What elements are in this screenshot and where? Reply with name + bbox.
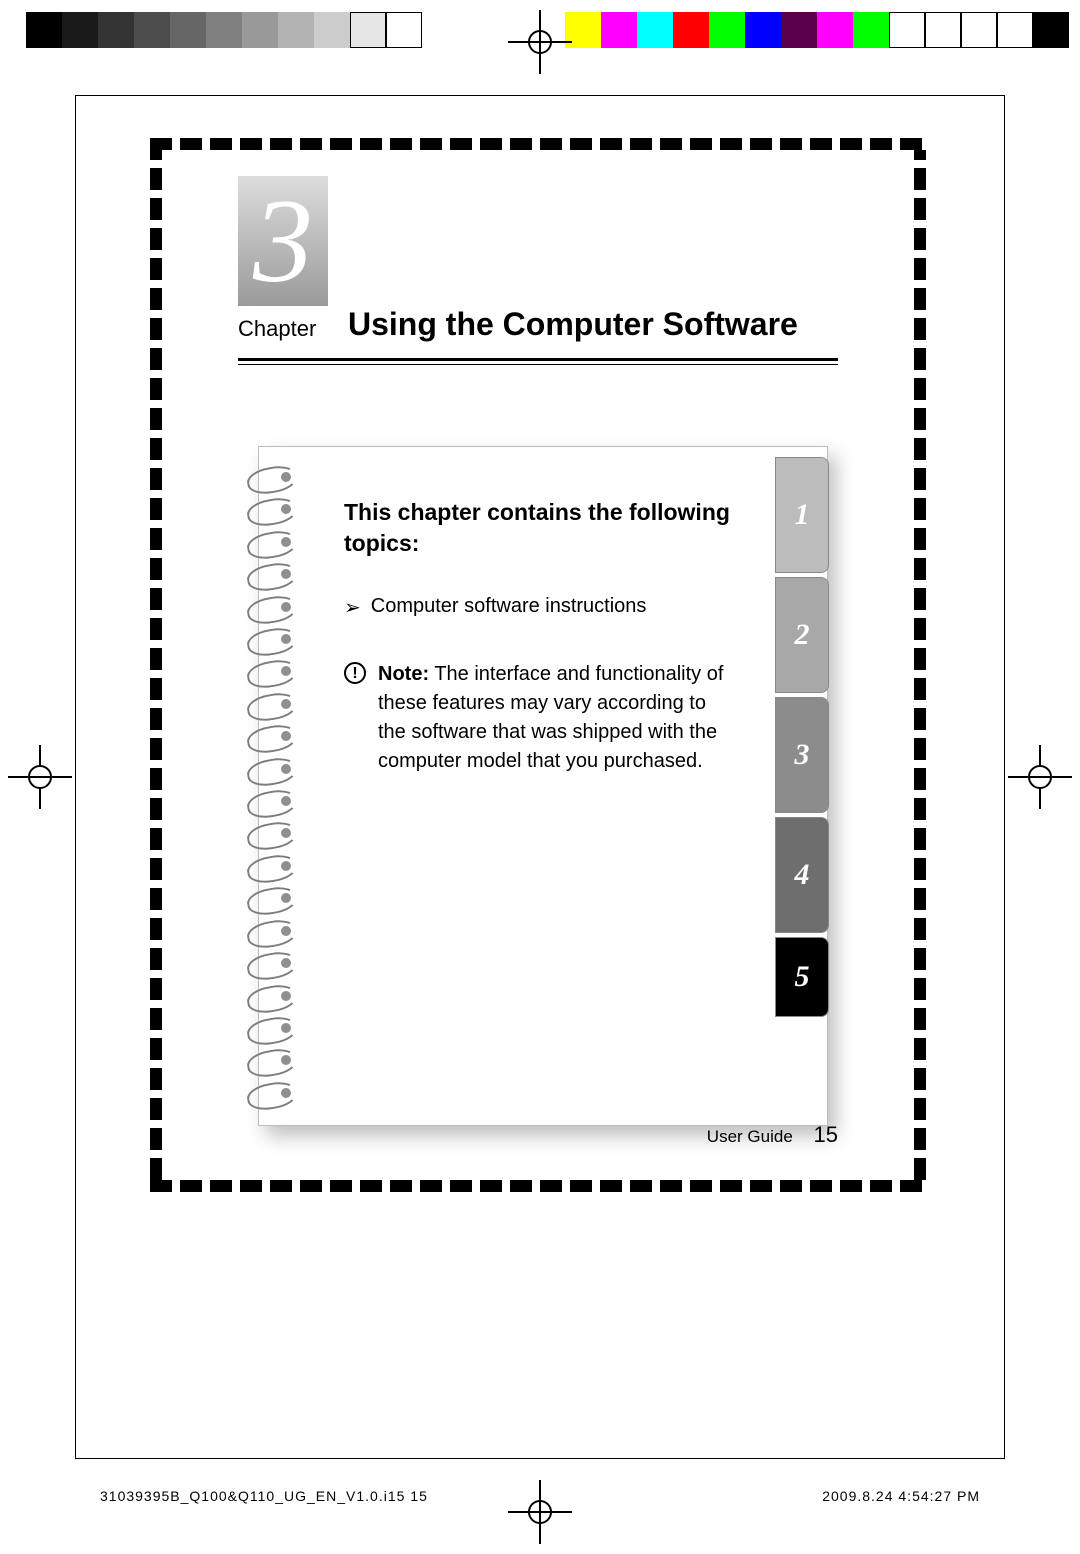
tab-2: 2 bbox=[775, 577, 829, 693]
print-job-line: 31039395B_Q100&Q110_UG_EN_V1.0.i15 15 20… bbox=[100, 1488, 980, 1504]
note-label: Note: bbox=[378, 663, 429, 685]
section-tabs: 1 2 3 4 5 bbox=[775, 457, 829, 1017]
manual-page: 3 Chapter Using the Computer Software Th… bbox=[138, 126, 938, 1204]
chapter-number-badge: 3 bbox=[238, 176, 328, 306]
tab-4: 4 bbox=[775, 817, 829, 933]
job-file: 31039395B_Q100&Q110_UG_EN_V1.0.i15 15 bbox=[100, 1488, 428, 1504]
book-name: User Guide bbox=[707, 1127, 793, 1146]
tab-1: 1 bbox=[775, 457, 829, 573]
topic-item: ➢ Computer software instructions bbox=[344, 595, 735, 620]
registration-mark-right bbox=[1028, 765, 1052, 789]
tab-5: 5 bbox=[775, 937, 829, 1017]
registration-mark-left bbox=[28, 765, 52, 789]
topics-heading: This chapter contains the following topi… bbox=[344, 497, 735, 559]
note-text: The interface and functionality of these… bbox=[378, 663, 723, 772]
tab-3: 3 bbox=[775, 697, 829, 813]
page-footer: User Guide 15 bbox=[707, 1122, 838, 1148]
topic-text: Computer software instructions bbox=[371, 595, 647, 620]
spiral-binding bbox=[247, 467, 307, 1105]
grayscale-bar bbox=[26, 12, 422, 48]
info-icon: ! bbox=[344, 662, 366, 684]
colour-bar bbox=[565, 12, 1069, 48]
note-block: ! Note: The interface and functionality … bbox=[344, 660, 735, 776]
page-number: 15 bbox=[814, 1122, 838, 1147]
chapter-title: Using the Computer Software bbox=[348, 306, 798, 343]
registration-mark-top bbox=[528, 30, 552, 54]
chapter-label: Chapter bbox=[238, 316, 316, 342]
job-timestamp: 2009.8.24 4:54:27 PM bbox=[822, 1488, 980, 1504]
topics-notebook: This chapter contains the following topi… bbox=[258, 446, 828, 1126]
chapter-rule bbox=[238, 358, 838, 365]
bullet-arrow-icon: ➢ bbox=[344, 595, 361, 620]
